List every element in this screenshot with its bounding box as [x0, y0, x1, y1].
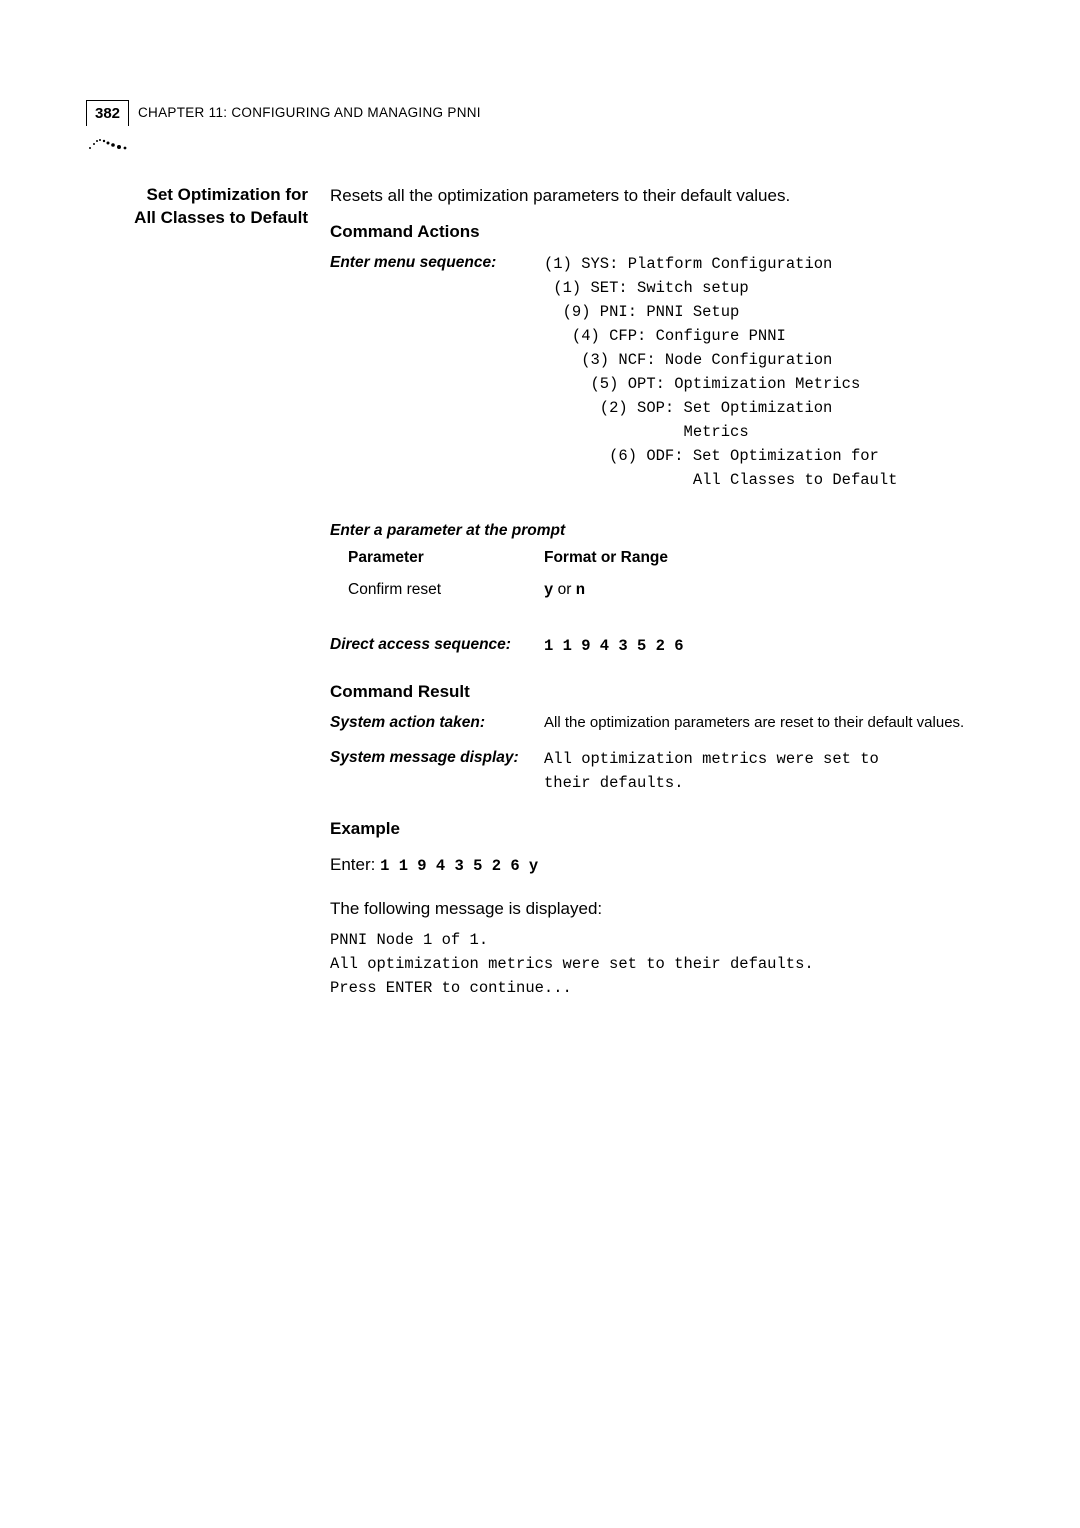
intro-text: Resets all the optimization parameters t…: [330, 184, 1008, 208]
command-actions-heading: Command Actions: [330, 220, 1008, 244]
parameter-table: Parameter Format or Range Confirm reset …: [330, 547, 1008, 601]
command-result-heading: Command Result: [330, 680, 1008, 704]
section-body: Resets all the optimization parameters t…: [330, 184, 1008, 1000]
parameter-prompt-heading: Enter a parameter at the prompt: [330, 520, 1008, 542]
section-title-line2: All Classes to Default: [134, 208, 308, 227]
direct-access-row: Direct access sequence: 1 1 9 4 3 5 2 6: [330, 634, 1008, 658]
menu-sequence-row: Enter menu sequence: (1) SYS: Platform C…: [330, 252, 1008, 492]
format-col-header: Format or Range: [544, 547, 1008, 569]
command-result-grid: System action taken: All the optimizatio…: [330, 712, 1008, 796]
page-header: 382 CHAPTER 11: CONFIGURING AND MANAGING…: [86, 108, 1008, 136]
system-message-text: All optimization metrics were set to the…: [544, 747, 1008, 795]
page-number: 382: [86, 100, 129, 126]
parameter-name: Confirm reset: [330, 579, 530, 601]
format-or: or: [553, 581, 575, 598]
example-output: PNNI Node 1 of 1. All optimization metri…: [330, 928, 1008, 1000]
system-action-label: System action taken:: [330, 712, 530, 734]
example-following-msg: The following message is displayed:: [330, 895, 1008, 922]
parameter-col-header: Parameter: [330, 547, 530, 569]
example-block: Enter: 1 1 9 4 3 5 2 6 y The following m…: [330, 851, 1008, 1000]
chapter-label: CHAPTER 11: CONFIGURING AND MANAGING PNN…: [138, 105, 481, 120]
system-message-label: System message display:: [330, 747, 530, 769]
parameter-format: y or n: [544, 579, 1008, 602]
example-heading: Example: [330, 817, 1008, 841]
content-area: Set Optimization for All Classes to Defa…: [118, 184, 1008, 1000]
page: 382 CHAPTER 11: CONFIGURING AND MANAGING…: [0, 0, 1080, 1528]
menu-sequence-text: (1) SYS: Platform Configuration (1) SET:…: [544, 252, 1008, 492]
chapter-title: CHAPTER 11: CONFIGURING AND MANAGING PNN…: [138, 105, 481, 120]
example-enter-value: 1 1 9 4 3 5 2 6 y: [380, 857, 538, 875]
section-title: Set Optimization for All Classes to Defa…: [118, 184, 308, 1000]
section-header-row: Set Optimization for All Classes to Defa…: [118, 184, 1008, 1000]
spacer: [330, 602, 1008, 620]
example-enter-label: Enter:: [330, 855, 380, 874]
menu-sequence-label: Enter menu sequence:: [330, 252, 530, 274]
section-title-line1: Set Optimization for: [147, 185, 309, 204]
format-y: y: [544, 581, 553, 599]
direct-access-value: 1 1 9 4 3 5 2 6: [544, 634, 1008, 658]
direct-access-label: Direct access sequence:: [330, 634, 530, 656]
format-n: n: [576, 581, 585, 599]
system-action-text: All the optimization parameters are rese…: [544, 712, 1008, 733]
dots-decoration-icon: [88, 134, 128, 154]
